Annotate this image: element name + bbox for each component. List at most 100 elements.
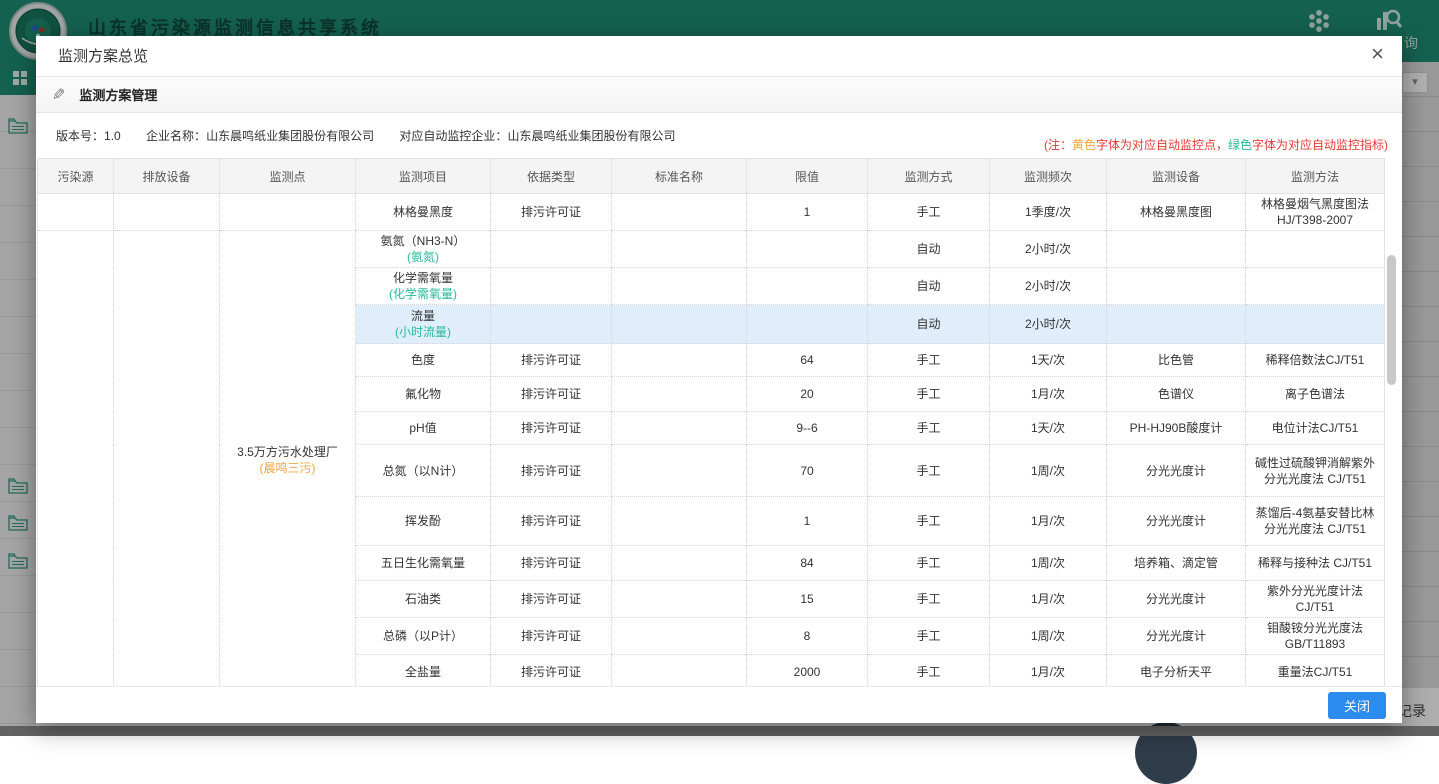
- limit-value-cell: [747, 305, 868, 344]
- standard-name-cell: [612, 194, 747, 231]
- basis-type-cell: 排污许可证: [491, 344, 612, 377]
- monitor-frequency-cell: 1月/次: [990, 377, 1107, 412]
- monitor-frequency-cell: 1天/次: [990, 412, 1107, 445]
- monitor-frequency-cell: 1月/次: [990, 655, 1107, 690]
- standard-name-cell: [612, 268, 747, 305]
- monitor-method-cell: 紫外分光光度计法 CJ/T51: [1246, 581, 1385, 618]
- column-header: 监测频次: [990, 159, 1107, 194]
- monitor-method-cell: 重量法CJ/T51: [1246, 655, 1385, 690]
- column-header: 监测设备: [1107, 159, 1246, 194]
- modal-footer: 关闭: [36, 686, 1402, 723]
- column-header: 依据类型: [491, 159, 612, 194]
- auto-company-label: 对应自动监控企业：: [399, 129, 507, 143]
- monitor-method-cell: 钼酸铵分光光度法 GB/T11893: [1246, 618, 1385, 655]
- column-header: 监测方法: [1246, 159, 1385, 194]
- monitor-mode-cell: 自动: [868, 268, 990, 305]
- monitor-method-cell: 林格曼烟气黑度图法HJ/T398-2007: [1246, 194, 1385, 231]
- monitor-frequency-cell: 2小时/次: [990, 231, 1107, 268]
- monitor-device-cell: 分光光度计: [1107, 497, 1246, 546]
- limit-value-cell: 1: [747, 194, 868, 231]
- monitor-item-cell: 五日生化需氧量: [356, 546, 491, 581]
- monitor-method-cell: 电位计法CJ/T51: [1246, 412, 1385, 445]
- column-header: 监测项目: [356, 159, 491, 194]
- monitor-device-cell: [1107, 231, 1246, 268]
- monitor-method-cell: 蒸馏后-4氨基安替比林 分光光度法 CJ/T51: [1246, 497, 1385, 546]
- basis-type-cell: 排污许可证: [491, 618, 612, 655]
- basis-type-cell: 排污许可证: [491, 194, 612, 231]
- monitor-device-cell: 培养箱、滴定管: [1107, 546, 1246, 581]
- version-value: 1.0: [104, 129, 121, 143]
- monitor-item-cell: 总磷（以P计）: [356, 618, 491, 655]
- vertical-scrollbar[interactable]: [1387, 255, 1396, 385]
- monitor-mode-cell: 手工: [868, 655, 990, 690]
- monitor-item-cell: 流量(小时流量): [356, 305, 491, 344]
- monitor-frequency-cell: 1周/次: [990, 618, 1107, 655]
- monitor-mode-cell: 手工: [868, 377, 990, 412]
- basis-type-cell: 排污许可证: [491, 581, 612, 618]
- basis-type-cell: 排污许可证: [491, 445, 612, 497]
- limit-value-cell: 15: [747, 581, 868, 618]
- modal-header: 监测方案总览 ×: [36, 36, 1402, 77]
- monitor-frequency-cell: 2小时/次: [990, 268, 1107, 305]
- monitor-device-cell: 色谱仪: [1107, 377, 1246, 412]
- monitor-item-cell: 氟化物: [356, 377, 491, 412]
- monitor-mode-cell: 手工: [868, 445, 990, 497]
- edit-pen-icon: ✎: [52, 85, 65, 105]
- standard-name-cell: [612, 546, 747, 581]
- limit-value-cell: 9--6: [747, 412, 868, 445]
- close-button[interactable]: 关闭: [1328, 692, 1386, 719]
- limit-value-cell: 70: [747, 445, 868, 497]
- limit-value-cell: 84: [747, 546, 868, 581]
- column-header: 污染源: [38, 159, 114, 194]
- column-header: 监测点: [220, 159, 356, 194]
- monitor-mode-cell: 手工: [868, 581, 990, 618]
- column-header: 监测方式: [868, 159, 990, 194]
- basis-type-cell: 排污许可证: [491, 546, 612, 581]
- monitor-device-cell: 林格曼黑度图: [1107, 194, 1246, 231]
- limit-value-cell: 64: [747, 344, 868, 377]
- column-header: 排放设备: [114, 159, 220, 194]
- plan-table-body: 林格曼黑度排污许可证1手工1季度/次林格曼黑度图林格曼烟气黑度图法HJ/T398…: [38, 194, 1385, 690]
- table-row[interactable]: 3.5万方污水处理厂(晨鸣三污)氨氮（NH3-N）(氨氮)自动2小时/次: [38, 231, 1385, 268]
- monitor-item-cell: 全盐量: [356, 655, 491, 690]
- limit-value-cell: 2000: [747, 655, 868, 690]
- monitor-method-cell: 离子色谱法: [1246, 377, 1385, 412]
- standard-name-cell: [612, 497, 747, 546]
- monitor-frequency-cell: 1月/次: [990, 497, 1107, 546]
- limit-value-cell: [747, 268, 868, 305]
- auto-company-value: 山东晨鸣纸业集团股份有限公司: [507, 129, 675, 143]
- monitor-item-cell: 总氮（以N计）: [356, 445, 491, 497]
- standard-name-cell: [612, 618, 747, 655]
- basis-type-cell: 排污许可证: [491, 412, 612, 445]
- monitor-point-cell: 3.5万方污水处理厂(晨鸣三污): [220, 231, 356, 690]
- standard-name-cell: [612, 412, 747, 445]
- table-row[interactable]: 林格曼黑度排污许可证1手工1季度/次林格曼黑度图林格曼烟气黑度图法HJ/T398…: [38, 194, 1385, 231]
- monitor-mode-cell: 手工: [868, 344, 990, 377]
- version-label: 版本号：: [56, 129, 104, 143]
- monitor-device-cell: [1107, 268, 1246, 305]
- section-bar: ✎ 监测方案管理: [36, 77, 1402, 113]
- close-icon[interactable]: ×: [1371, 43, 1384, 65]
- monitor-mode-cell: 手工: [868, 497, 990, 546]
- pollution-source-cell: [38, 231, 114, 690]
- standard-name-cell: [612, 231, 747, 268]
- standard-name-cell: [612, 445, 747, 497]
- monitor-device-cell: 比色管: [1107, 344, 1246, 377]
- monitor-frequency-cell: 1月/次: [990, 581, 1107, 618]
- monitor-item-cell: 林格曼黑度: [356, 194, 491, 231]
- monitor-method-cell: 稀释倍数法CJ/T51: [1246, 344, 1385, 377]
- company-value: 山东晨鸣纸业集团股份有限公司: [206, 129, 374, 143]
- monitor-device-cell: [1107, 305, 1246, 344]
- monitor-mode-cell: 手工: [868, 546, 990, 581]
- color-legend-note: (注：黄色字体为对应自动监控点，绿色字体为对应自动监控指标): [1044, 136, 1388, 153]
- monitor-mode-cell: 手工: [868, 412, 990, 445]
- plan-table-header-row: 污染源排放设备监测点监测项目依据类型标准名称限值监测方式监测频次监测设备监测方法: [38, 159, 1385, 194]
- basis-type-cell: 排污许可证: [491, 497, 612, 546]
- company-label: 企业名称：: [146, 129, 206, 143]
- monitor-mode-cell: 手工: [868, 194, 990, 231]
- standard-name-cell: [612, 305, 747, 344]
- standard-name-cell: [612, 655, 747, 690]
- limit-value-cell: [747, 231, 868, 268]
- plan-table: 污染源排放设备监测点监测项目依据类型标准名称限值监测方式监测频次监测设备监测方法…: [37, 158, 1385, 690]
- monitor-device-cell: 分光光度计: [1107, 581, 1246, 618]
